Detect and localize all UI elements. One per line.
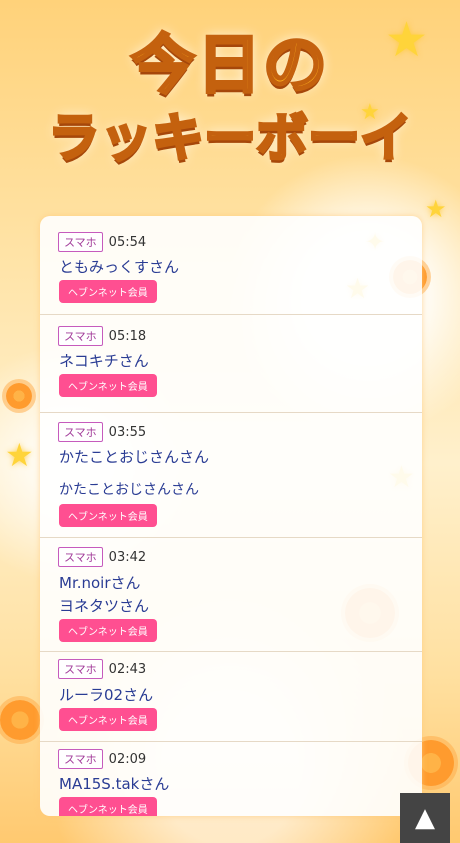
member-badge: ヘブンネット会員 bbox=[59, 504, 157, 527]
scroll-top-button[interactable]: ▲ bbox=[400, 793, 450, 843]
user-name[interactable]: かたことおじさんさん bbox=[59, 446, 209, 467]
member-badge: ヘブンネット会員 bbox=[59, 708, 157, 731]
user-name[interactable]: ネコキチさん bbox=[59, 350, 149, 371]
device-badge: スマホ bbox=[58, 422, 103, 442]
list-item: スマホ 02:43 ルーラ02さん ヘブンネット会員 bbox=[40, 651, 422, 742]
list-item: スマホ 05:18 ネコキチさん ヘブンネット会員 bbox=[40, 314, 422, 413]
user-name[interactable]: かたことおじさんさん bbox=[59, 479, 199, 499]
title-line-2: ラッキーボーイ bbox=[46, 108, 413, 171]
device-badge: スマホ bbox=[58, 547, 103, 567]
access-time: 05:18 bbox=[108, 328, 147, 344]
user-name[interactable]: ともみっくすさん bbox=[59, 256, 179, 277]
user-name[interactable]: MA15S.takさん bbox=[59, 773, 169, 794]
list-item: スマホ 03:55 かたことおじさんさん かたことおじさんさん ヘブンネット会員 bbox=[40, 412, 422, 538]
star-icon: ★ bbox=[5, 436, 34, 474]
access-time: 02:09 bbox=[108, 751, 147, 767]
access-time: 02:43 bbox=[108, 661, 147, 677]
member-badge: ヘブンネット会員 bbox=[59, 797, 157, 816]
up-triangle-icon: ▲ bbox=[415, 803, 435, 833]
device-badge: スマホ bbox=[58, 232, 103, 252]
user-name[interactable]: ルーラ02さん bbox=[59, 684, 153, 705]
flower-icon bbox=[6, 383, 32, 409]
access-time: 03:55 bbox=[108, 424, 147, 440]
device-badge: スマホ bbox=[58, 659, 103, 679]
flower-icon bbox=[0, 700, 40, 740]
member-badge: ヘブンネット会員 bbox=[59, 280, 157, 303]
device-badge: スマホ bbox=[58, 749, 103, 769]
member-badge: ヘブンネット会員 bbox=[59, 374, 157, 397]
member-badge: ヘブンネット会員 bbox=[59, 619, 157, 642]
list-item: スマホ 02:09 MA15S.takさん ヘブンネット会員 bbox=[40, 741, 422, 816]
device-badge: スマホ bbox=[58, 326, 103, 346]
title-line-1: 今日の bbox=[130, 28, 329, 105]
list-item: スマホ 03:42 Mr.noirさん ヨネタツさん ヘブンネット会員 bbox=[40, 537, 422, 652]
list-item: スマホ 05:54 ともみっくすさん ヘブンネット会員 bbox=[40, 216, 422, 315]
lucky-boy-list: スマホ 05:54 ともみっくすさん ヘブンネット会員 スマホ 05:18 ネコ… bbox=[40, 216, 422, 816]
page-title: 今日の ラッキーボーイ bbox=[0, 18, 460, 208]
user-name[interactable]: Mr.noirさん bbox=[59, 572, 141, 593]
access-time: 03:42 bbox=[108, 549, 147, 565]
access-time: 05:54 bbox=[108, 234, 147, 250]
user-name[interactable]: ヨネタツさん bbox=[59, 595, 149, 616]
